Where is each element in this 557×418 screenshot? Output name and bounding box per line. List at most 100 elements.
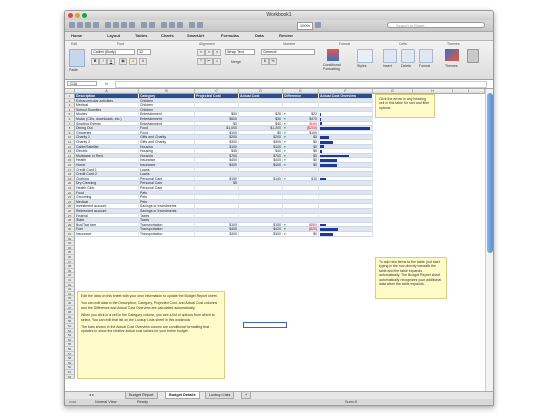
delete-button[interactable]: Delete [401, 64, 411, 68]
add-sheet-button[interactable]: + [241, 392, 252, 399]
paste-label: Paste [69, 68, 78, 72]
themes-button[interactable]: Themes [445, 64, 458, 68]
actual-cost-bar [320, 228, 338, 232]
actual-cost-bar [320, 163, 337, 167]
window-title: Workbook1 [266, 12, 292, 18]
themes-icon[interactable] [445, 49, 459, 61]
format-button[interactable]: Format [419, 64, 430, 68]
underline-button[interactable]: U [107, 58, 115, 65]
conditional-formatting-icon[interactable] [327, 49, 339, 61]
font-name-select[interactable]: Calibri (Body) [91, 49, 135, 55]
autosum-icon[interactable] [161, 22, 167, 28]
actual-cost-bar [320, 122, 322, 126]
worksheet-grid[interactable]: A B C D E F G H I Description Category P… [65, 89, 485, 391]
table-cell[interactable]: $300 [195, 232, 239, 237]
paste-icon[interactable] [121, 22, 127, 28]
paste-icon[interactable] [69, 49, 85, 67]
bold-button[interactable]: B [91, 58, 99, 65]
tab-formulas[interactable]: Formulas [221, 33, 239, 38]
fill-color-icon[interactable]: ◆ [129, 58, 137, 65]
help-icon[interactable] [315, 22, 321, 28]
align-left-icon[interactable]: ≡ [197, 49, 205, 56]
group-alignment-label: Alignment [199, 42, 215, 46]
function-icon[interactable]: fx [105, 81, 108, 86]
instructions-paragraph-4: The bars shown in the Actual Cost Overvi… [81, 325, 210, 334]
sheet-nav-arrows-icon[interactable]: ◂ ▸ [89, 392, 94, 397]
save-icon[interactable] [85, 22, 91, 28]
actual-cost-bar [320, 177, 326, 181]
borders-icon[interactable]: ▦ [119, 58, 127, 65]
format-cells-icon[interactable] [419, 49, 433, 63]
tab-data[interactable]: Data [255, 33, 264, 38]
tab-review[interactable]: Review [279, 33, 293, 38]
zoom-field[interactable]: 100% [297, 22, 313, 30]
styles-icon[interactable] [357, 49, 373, 63]
wrap-text-button[interactable]: Wrap Text [225, 49, 255, 55]
normal-view-icon[interactable]: ▭▭ [69, 399, 76, 405]
formula-input[interactable] [115, 81, 487, 88]
vertical-scrollbar[interactable] [485, 89, 493, 391]
insert-cells-icon[interactable] [383, 49, 397, 63]
format-painter-icon[interactable] [129, 22, 135, 28]
sheet-tab-budget-report[interactable]: Budget Report [125, 392, 158, 399]
sort-ascending-icon[interactable] [169, 22, 175, 28]
tab-smartart[interactable]: SmartArt [187, 33, 204, 38]
sheet-tab-bar: ◂ ▸ Budget Report Budget Details Lookup … [65, 391, 493, 399]
undo-icon[interactable] [141, 22, 147, 28]
actual-cost-bar [320, 159, 337, 163]
actual-cost-bar [320, 149, 322, 153]
overview-bar-cell[interactable] [319, 232, 373, 237]
table-cell[interactable]: Transportation [139, 232, 195, 237]
sheet-tab-budget-details[interactable]: Budget Details [165, 392, 200, 399]
conditional-formatting-button[interactable]: Conditional Formatting [323, 63, 351, 72]
align-right-icon[interactable]: ≡ [213, 49, 221, 56]
delete-cells-icon[interactable] [401, 49, 415, 63]
column-header-i[interactable]: I [453, 89, 485, 94]
name-box[interactable]: G16 [67, 81, 97, 86]
font-color-icon[interactable]: A [139, 58, 147, 65]
cut-icon[interactable] [105, 22, 111, 28]
status-view: Normal View [95, 400, 117, 404]
instructions-paragraph-3: When you click in a cell in the Category… [81, 313, 215, 322]
group-font-label: Font [117, 42, 125, 46]
percent-icon[interactable]: % [269, 58, 277, 65]
new-icon[interactable] [69, 22, 75, 28]
actual-cost-bar [320, 223, 327, 227]
selected-cell[interactable] [243, 322, 287, 328]
theme-fonts-icon[interactable] [467, 49, 479, 63]
currency-icon[interactable]: $ [261, 58, 269, 65]
gallery-icon[interactable] [189, 22, 195, 28]
instructions-note: Edit the data on this sheet with your ow… [77, 291, 225, 379]
tab-home[interactable]: Home [71, 33, 82, 38]
actual-cost-bar [320, 126, 370, 130]
align-top-icon[interactable]: ⊤ [197, 58, 205, 65]
table-cell[interactable]: $300 [239, 232, 283, 237]
tab-layout[interactable]: Layout [107, 33, 120, 38]
instructions-paragraph-2: You can edit data in the Description, Ca… [81, 301, 218, 310]
italic-button[interactable]: I [99, 58, 107, 65]
tab-charts[interactable]: Charts [161, 33, 174, 38]
tab-tables[interactable]: Tables [135, 33, 147, 38]
sheet-tab-lookup-lists[interactable]: Lookup Lists [205, 392, 235, 399]
copy-icon[interactable] [113, 22, 119, 28]
align-bottom-icon[interactable]: ⊥ [213, 58, 221, 65]
row-header[interactable]: 62 [65, 374, 75, 380]
vertical-scroll-thumb[interactable] [487, 93, 493, 253]
insert-button[interactable]: Insert [383, 64, 392, 68]
toolbox-icon[interactable] [197, 22, 203, 28]
print-icon[interactable] [93, 22, 99, 28]
styles-button[interactable]: Styles [357, 64, 367, 68]
merge-button[interactable]: Merge [231, 60, 241, 64]
status-sum[interactable]: Sum=0 [345, 399, 357, 405]
open-icon[interactable] [77, 22, 83, 28]
redo-icon[interactable] [149, 22, 155, 28]
font-size-select[interactable]: 12 [137, 49, 151, 55]
align-middle-icon[interactable]: ⊢ [205, 58, 213, 65]
number-format-select[interactable]: General [261, 49, 315, 55]
search-input[interactable]: Search in Sheet [387, 22, 485, 28]
ribbon-home: Edit Font Alignment Number Format Cells … [65, 41, 493, 80]
table-cell[interactable]: Insurance [75, 232, 139, 237]
filter-icon[interactable] [177, 22, 183, 28]
align-center-icon[interactable]: ≡ [205, 49, 213, 56]
table-cell[interactable]: $0 ▾ [283, 232, 319, 237]
